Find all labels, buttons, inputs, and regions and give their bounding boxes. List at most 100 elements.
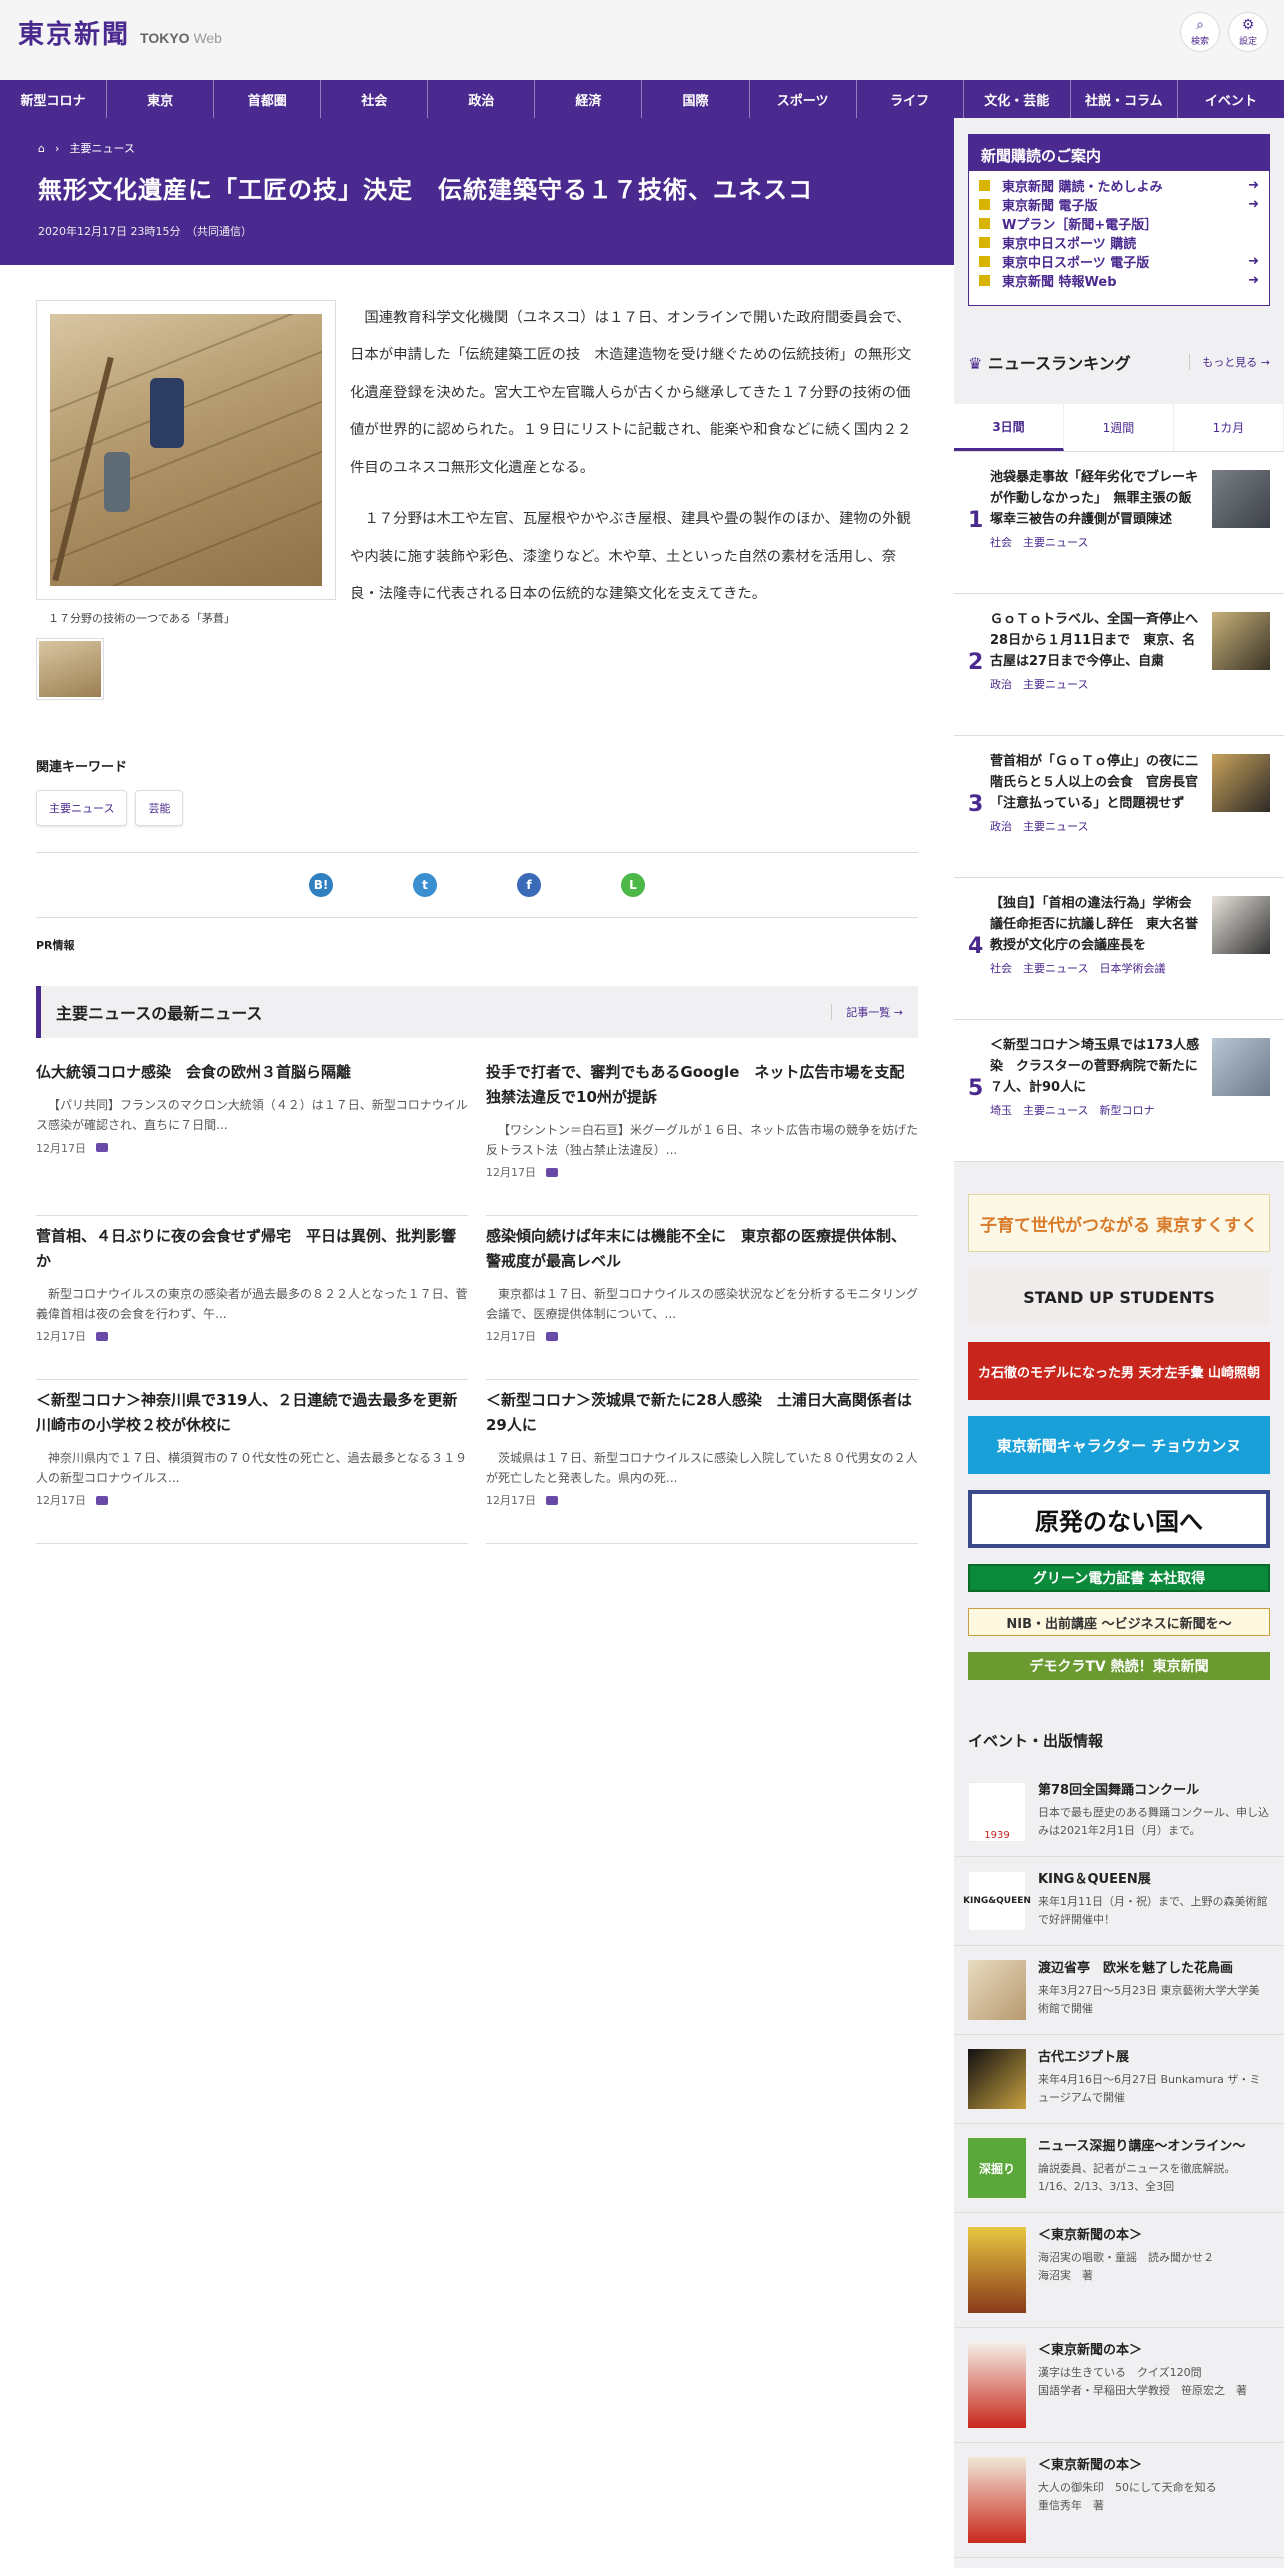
event-item[interactable]: ＜東京新聞の本＞ 大人の御朱印 50にして天命を知る 重信秀年 著 bbox=[954, 2443, 1284, 2558]
event-thumbnail[interactable] bbox=[968, 1960, 1026, 2020]
nav-item-events[interactable]: イベント bbox=[1178, 80, 1284, 118]
nav-item-metro[interactable]: 首都圏 bbox=[214, 80, 322, 118]
ranking-tags[interactable]: 政治 主要ニュース bbox=[990, 676, 1200, 692]
breadcrumb-item[interactable]: 主要ニュース bbox=[69, 140, 134, 156]
ranking-more-link[interactable]: もっと見る → bbox=[1189, 354, 1270, 370]
ranking-thumbnail[interactable] bbox=[1212, 754, 1270, 812]
news-item[interactable]: 菅首相、４日ぶりに夜の会食せず帰宅 平日は異例、批判影響か 新型コロナウイルスの… bbox=[36, 1216, 468, 1380]
article-list-link[interactable]: 記事一覧 → bbox=[831, 1004, 903, 1020]
tab-3days[interactable]: 3日間 bbox=[954, 404, 1064, 451]
event-item[interactable]: 1939 第78回全国舞踊コンクール 日本で最も歴史のある舞踊コンクール、申し込み… bbox=[954, 1768, 1284, 1857]
subscription-link[interactable]: Wプラン［新聞+電子版］ bbox=[979, 214, 1259, 233]
ranking-thumbnail[interactable] bbox=[1212, 896, 1270, 954]
event-title[interactable]: KING＆QUEEN展 bbox=[1038, 1871, 1270, 1889]
news-title[interactable]: 感染傾向続けば年末には機能不全に 東京都の医療提供体制、警戒度が最高レベル bbox=[486, 1224, 918, 1274]
news-item[interactable]: ＜新型コロナ＞神奈川県で319人、２日連続で過去最多を更新 川崎市の小学校２校が… bbox=[36, 1380, 472, 1544]
news-item[interactable]: 投手で打者で、審判でもあるGoogle ネット広告市場を支配 独禁法違反で10州… bbox=[486, 1052, 919, 1216]
event-item[interactable]: 深掘り ニュース深掘り講座～オンライン～ 論説委員、記者がニュースを徹底解説。1/… bbox=[954, 2124, 1284, 2213]
nav-item-life[interactable]: ライフ bbox=[857, 80, 964, 118]
hatena-icon[interactable]: B! bbox=[309, 873, 333, 897]
ranking-title-link[interactable]: ＜新型コロナ＞埼玉県では173人感染 クラスターの菅野病院で新たに７人、計90人… bbox=[990, 1036, 1200, 1098]
event-thumbnail[interactable] bbox=[968, 2457, 1026, 2543]
banner-yamazaki[interactable]: カ石徹のモデルになった男 天才左手彙 山崎照朝 bbox=[968, 1342, 1270, 1400]
ranking-item[interactable]: 3 菅首相が「ＧｏＴｏ停止」の夜に二階氏らと５人以上の会食 官房長官「注意払って… bbox=[954, 736, 1284, 878]
line-icon[interactable]: L bbox=[621, 873, 645, 897]
event-thumbnail[interactable]: 深掘り bbox=[968, 2138, 1026, 2198]
ranking-title-link[interactable]: ＧｏＴｏトラベル、全国一斉停止へ 28日から１月11日まで 東京、名古屋は27日… bbox=[990, 610, 1211, 672]
ranking-thumbnail[interactable] bbox=[1212, 1038, 1270, 1096]
event-item[interactable]: ＜東京新聞の本＞ 漢字は生きている クイズ120問 国語学者・早稲田大学教授 笹原… bbox=[954, 2328, 1284, 2443]
subscription-link[interactable]: 東京新聞 電子版 ➜ bbox=[979, 195, 1259, 214]
ranking-item[interactable]: 4 【独自】「首相の違法行為」学術会議任命拒否に抗議し辞任 東大名誉教授が文化庁… bbox=[954, 878, 1284, 1020]
event-thumbnail[interactable]: KING&QUEEN bbox=[963, 1871, 1031, 1931]
ranking-title-link[interactable]: 菅首相が「ＧｏＴｏ停止」の夜に二階氏らと５人以上の会食 官房長官「注意払っている… bbox=[990, 752, 1200, 814]
nav-item-politics[interactable]: 政治 bbox=[428, 80, 536, 118]
nav-item-tokyo[interactable]: 東京 bbox=[107, 80, 215, 118]
ranking-thumbnail[interactable] bbox=[1212, 470, 1270, 528]
ranking-thumbnail[interactable] bbox=[1212, 612, 1270, 670]
facebook-icon[interactable]: f bbox=[517, 873, 541, 897]
ranking-title-link[interactable]: 池袋暴走事故「経年劣化でブレーキが作動しなかった」 無罪主張の飯塚幸三被告の弁護… bbox=[990, 468, 1200, 530]
banner-nib[interactable]: NIB・出前講座 〜ビジネスに新聞を〜 bbox=[968, 1608, 1270, 1636]
keyword-tag[interactable]: 主要ニュース bbox=[36, 790, 128, 826]
tab-1week[interactable]: 1週間 bbox=[1064, 404, 1174, 451]
ranking-tags[interactable]: 社会 主要ニュース 日本学術会議 bbox=[990, 960, 1200, 976]
tab-1month[interactable]: 1カ月 bbox=[1174, 404, 1284, 451]
ranking-item[interactable]: 5 ＜新型コロナ＞埼玉県では173人感染 クラスターの菅野病院で新たに７人、計9… bbox=[954, 1020, 1284, 1162]
banner-sukusuku[interactable]: 子育て世代がつながる 東京すくすく bbox=[968, 1194, 1270, 1252]
photo-thumbnail[interactable] bbox=[36, 638, 104, 700]
news-item[interactable]: 感染傾向続けば年末には機能不全に 東京都の医療提供体制、警戒度が最高レベル 東京… bbox=[486, 1216, 918, 1380]
article-photo[interactable] bbox=[36, 300, 336, 600]
nav-item-editorial[interactable]: 社説・コラム bbox=[1071, 80, 1178, 118]
event-item[interactable]: KING&QUEEN KING＆QUEEN展 来年1月11日（月・祝）まで、上野の… bbox=[954, 1857, 1284, 1946]
nav-item-culture[interactable]: 文化・芸能 bbox=[964, 80, 1071, 118]
nav-item-corona[interactable]: 新型コロナ bbox=[0, 80, 108, 118]
event-title[interactable]: ニュース深掘り講座～オンライン～ bbox=[1038, 2138, 1270, 2156]
twitter-icon[interactable]: t bbox=[413, 873, 437, 897]
settings-button[interactable]: ⚙ 設定 bbox=[1228, 12, 1268, 52]
subscription-link[interactable]: 東京新聞 購読・ためしよみ ➜ bbox=[979, 176, 1259, 195]
nav-item-sports[interactable]: スポーツ bbox=[750, 80, 857, 118]
nav-item-world[interactable]: 国際 bbox=[642, 80, 750, 118]
nav-item-economy[interactable]: 経済 bbox=[535, 80, 643, 118]
banner-chokanu[interactable]: 東京新聞キャラクター チョウカンヌ bbox=[968, 1416, 1270, 1474]
ranking-item[interactable]: 1 池袋暴走事故「経年劣化でブレーキが作動しなかった」 無罪主張の飯塚幸三被告の… bbox=[954, 452, 1284, 594]
ranking-title-link[interactable]: 【独自】「首相の違法行為」学術会議任命拒否に抗議し辞任 東大名誉教授が文化庁の会… bbox=[990, 894, 1200, 956]
ranking-tags[interactable]: 社会 主要ニュース bbox=[990, 534, 1200, 550]
event-thumbnail[interactable] bbox=[968, 2342, 1026, 2428]
ranking-tags[interactable]: 埼玉 主要ニュース 新型コロナ bbox=[990, 1102, 1200, 1118]
news-title[interactable]: ＜新型コロナ＞茨城県で新たに28人感染 土浦日大高関係者は29人に bbox=[486, 1388, 918, 1438]
event-thumbnail[interactable] bbox=[968, 2227, 1026, 2313]
nav-item-society[interactable]: 社会 bbox=[321, 80, 429, 118]
event-thumbnail[interactable]: 1939 bbox=[968, 1782, 1026, 1842]
ranking-tags[interactable]: 政治 主要ニュース bbox=[990, 818, 1200, 834]
news-title[interactable]: 投手で打者で、審判でもあるGoogle ネット広告市場を支配 独禁法違反で10州… bbox=[486, 1060, 919, 1110]
event-title[interactable]: ＜東京新聞の本＞ bbox=[1038, 2227, 1214, 2245]
event-thumbnail[interactable] bbox=[968, 2049, 1026, 2109]
ranking-item[interactable]: 2 ＧｏＴｏトラベル、全国一斉停止へ 28日から１月11日まで 東京、名古屋は2… bbox=[954, 594, 1284, 736]
event-item[interactable]: ＜東京新聞の本＞ 海沼実の唱歌・童謡 読み聞かせ２ 海沼実 著 bbox=[954, 2213, 1284, 2328]
event-title[interactable]: 第78回全国舞踊コンクール bbox=[1038, 1782, 1270, 1800]
subscription-link[interactable]: 東京中日スポーツ 購読 bbox=[979, 233, 1259, 252]
banner-democra-tv[interactable]: デモクラTV 熱読！東京新聞 bbox=[968, 1652, 1270, 1680]
news-item[interactable]: 仏大統領コロナ感染 会食の欧州３首脳ら隔離 【パリ共同】フランスのマクロン大統領… bbox=[36, 1052, 468, 1216]
banner-standup-students[interactable]: STAND UP STUDENTS bbox=[968, 1268, 1270, 1326]
news-item[interactable]: ＜新型コロナ＞茨城県で新たに28人感染 土浦日大高関係者は29人に 茨城県は１７… bbox=[486, 1380, 918, 1544]
site-logo[interactable]: 東京新聞 TOKYO Web bbox=[18, 14, 222, 51]
event-title[interactable]: 渡辺省亭 欧米を魅了した花鳥画 bbox=[1038, 1960, 1270, 1978]
banner-no-nuclear[interactable]: 原発のない国へ bbox=[968, 1490, 1270, 1548]
event-title[interactable]: ＜東京新聞の本＞ bbox=[1038, 2457, 1217, 2475]
subscription-link[interactable]: 東京中日スポーツ 電子版 ➜ bbox=[979, 252, 1259, 271]
news-title[interactable]: 仏大統領コロナ感染 会食の欧州３首脳ら隔離 bbox=[36, 1060, 468, 1085]
event-item[interactable]: 渡辺省亭 欧米を魅了した花鳥画 来年3月27日～5月23日 東京藝術大学大学美術館… bbox=[954, 1946, 1284, 2035]
keyword-tag[interactable]: 芸能 bbox=[135, 790, 184, 826]
event-item[interactable]: 古代エジプト展 来年4月16日～6月27日 Bunkamura ザ・ミュージアムで… bbox=[954, 2035, 1284, 2124]
event-title[interactable]: 古代エジプト展 bbox=[1038, 2049, 1270, 2067]
news-title[interactable]: 菅首相、４日ぶりに夜の会食せず帰宅 平日は異例、批判影響か bbox=[36, 1224, 468, 1274]
search-button[interactable]: ⌕ 検索 bbox=[1180, 12, 1220, 52]
subscription-link[interactable]: 東京新聞 特報Web ➜ bbox=[979, 271, 1259, 290]
event-title[interactable]: ＜東京新聞の本＞ bbox=[1038, 2342, 1247, 2360]
home-icon[interactable]: ⌂ bbox=[38, 142, 45, 155]
banner-green-power[interactable]: グリーン電力証書 本社取得 bbox=[968, 1564, 1270, 1592]
news-title[interactable]: ＜新型コロナ＞神奈川県で319人、２日連続で過去最多を更新 川崎市の小学校２校が… bbox=[36, 1388, 472, 1438]
